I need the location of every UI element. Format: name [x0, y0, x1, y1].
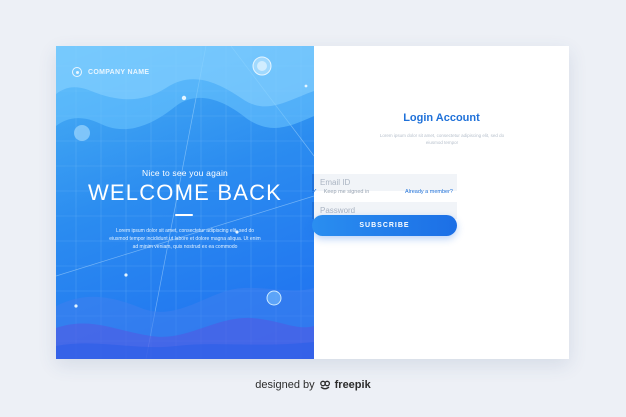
login-title: Login Account — [403, 112, 480, 124]
login-subtitle: Lorem ipsum dolor sit amet, consectetur … — [379, 133, 505, 145]
keep-signed-in-label: Keep me signed in — [323, 189, 370, 195]
keep-signed-in-checkbox[interactable]: ✓ Keep me signed in — [311, 188, 369, 196]
footer-credit: designed by freepik — [0, 379, 626, 391]
company-brand: COMPANY NAME — [72, 67, 149, 77]
designed-by-text: designed by — [255, 379, 315, 391]
headline-underline — [175, 214, 193, 216]
freepik-logo-icon — [319, 380, 330, 390]
check-icon: ✓ — [311, 187, 318, 196]
freepik-brand[interactable]: freepik — [335, 379, 371, 391]
welcome-headline: WELCOME BACK — [87, 180, 283, 205]
already-member-link[interactable]: Already a member? — [405, 189, 453, 195]
subscribe-button[interactable]: SUBSCRIBE — [312, 215, 457, 236]
greeting-text: Nice to see you again — [142, 168, 228, 178]
welcome-body-text: Lorem ipsum dolor sit amet, consectetur … — [109, 228, 261, 250]
welcome-panel: COMPANY NAME Nice to see you again WELCO… — [56, 46, 314, 359]
company-name: COMPANY NAME — [88, 68, 150, 76]
company-logo-icon — [72, 67, 82, 77]
